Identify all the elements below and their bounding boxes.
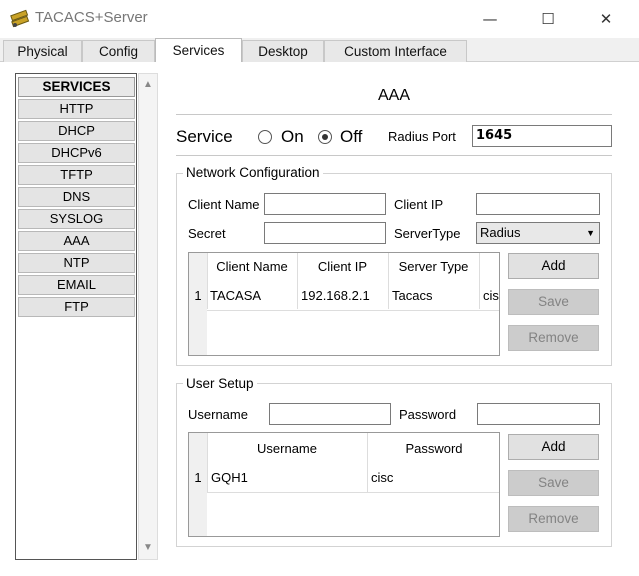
- save-user-button[interactable]: Save: [508, 470, 599, 496]
- service-on-radio[interactable]: [258, 130, 272, 144]
- tab-config[interactable]: Config: [82, 40, 155, 62]
- client-name-input[interactable]: [264, 193, 386, 215]
- scroll-up-icon[interactable]: ▲: [139, 77, 157, 93]
- add-client-button[interactable]: Add: [508, 253, 599, 279]
- cell-username[interactable]: GQH1: [211, 464, 361, 492]
- server-type-value: Radius: [480, 225, 521, 240]
- column-header-client-name[interactable]: Client Name: [207, 253, 297, 281]
- password-input[interactable]: [477, 403, 600, 425]
- close-button[interactable]: ✕: [594, 8, 618, 30]
- username-input[interactable]: [269, 403, 391, 425]
- save-client-button[interactable]: Save: [508, 289, 599, 315]
- client-ip-label: Client IP: [394, 197, 444, 212]
- cell-client-ip[interactable]: 192.168.2.1: [301, 282, 387, 310]
- tab-services[interactable]: Services: [155, 38, 242, 63]
- server-app-icon: [9, 9, 31, 29]
- cell-key[interactable]: cis: [483, 282, 499, 310]
- tab-physical[interactable]: Physical: [3, 40, 82, 62]
- radius-port-input[interactable]: 1645: [472, 125, 612, 147]
- service-dhcp-button[interactable]: DHCP: [18, 121, 135, 141]
- service-http-button[interactable]: HTTP: [18, 99, 135, 119]
- password-label: Password: [399, 407, 457, 422]
- chevron-down-icon: ▼: [586, 228, 595, 238]
- secret-label: Secret: [188, 226, 226, 241]
- column-header-username[interactable]: Username: [207, 435, 367, 463]
- service-aaa-button[interactable]: AAA: [18, 231, 135, 251]
- services-scrollbar[interactable]: ▲ ▼: [138, 73, 158, 560]
- tab-desktop[interactable]: Desktop: [242, 40, 324, 62]
- user-setup-title: User Setup: [183, 376, 257, 391]
- services-header: SERVICES: [18, 77, 135, 97]
- tab-custom-interface[interactable]: Custom Interface: [324, 40, 467, 62]
- username-label: Username: [188, 407, 248, 422]
- network-configuration-title: Network Configuration: [183, 165, 323, 180]
- cell-server-type[interactable]: Tacacs: [392, 282, 478, 310]
- server-type-label: ServerType: [394, 226, 461, 241]
- row-divider: [207, 310, 499, 311]
- column-header-password[interactable]: Password: [367, 435, 499, 463]
- service-syslog-button[interactable]: SYSLOG: [18, 209, 135, 229]
- service-on-label[interactable]: On: [281, 127, 304, 147]
- divider: [176, 155, 612, 156]
- client-name-label: Client Name: [188, 197, 260, 212]
- add-user-button[interactable]: Add: [508, 434, 599, 460]
- user-table: Username Password 1 GQH1 cisc: [188, 432, 500, 537]
- service-off-label[interactable]: Off: [340, 127, 362, 147]
- remove-client-button[interactable]: Remove: [508, 325, 599, 351]
- radius-port-label: Radius Port: [388, 129, 456, 144]
- service-tftp-button[interactable]: TFTP: [18, 165, 135, 185]
- secret-input[interactable]: [264, 222, 386, 244]
- row-index: 1: [194, 470, 202, 485]
- service-dns-button[interactable]: DNS: [18, 187, 135, 207]
- remove-user-button[interactable]: Remove: [508, 506, 599, 532]
- service-ftp-button[interactable]: FTP: [18, 297, 135, 317]
- cell-client-name[interactable]: TACASA: [210, 282, 296, 310]
- service-dhcpv6-button[interactable]: DHCPv6: [18, 143, 135, 163]
- row-divider: [207, 492, 499, 493]
- radio-selected-dot: [322, 134, 328, 140]
- service-label: Service: [176, 127, 233, 146]
- column-header-client-ip[interactable]: Client IP: [297, 253, 388, 281]
- service-email-button[interactable]: EMAIL: [18, 275, 135, 295]
- divider: [176, 114, 612, 115]
- window-title: TACACS+Server: [35, 9, 148, 26]
- service-off-radio[interactable]: [318, 130, 332, 144]
- column-header-server-type[interactable]: Server Type: [388, 253, 479, 281]
- scroll-down-icon[interactable]: ▼: [139, 540, 157, 556]
- maximize-button[interactable]: ☐: [536, 8, 560, 30]
- column-divider: [479, 253, 480, 309]
- minimize-button[interactable]: —: [478, 8, 502, 30]
- row-index: 1: [194, 288, 202, 303]
- service-ntp-button[interactable]: NTP: [18, 253, 135, 273]
- cell-password[interactable]: cisc: [371, 464, 497, 492]
- server-type-select[interactable]: Radius ▼: [476, 222, 600, 244]
- client-table: Client Name Client IP Server Type 1 TACA…: [188, 252, 500, 356]
- aaa-title: AAA: [377, 87, 410, 104]
- client-ip-input[interactable]: [476, 193, 600, 215]
